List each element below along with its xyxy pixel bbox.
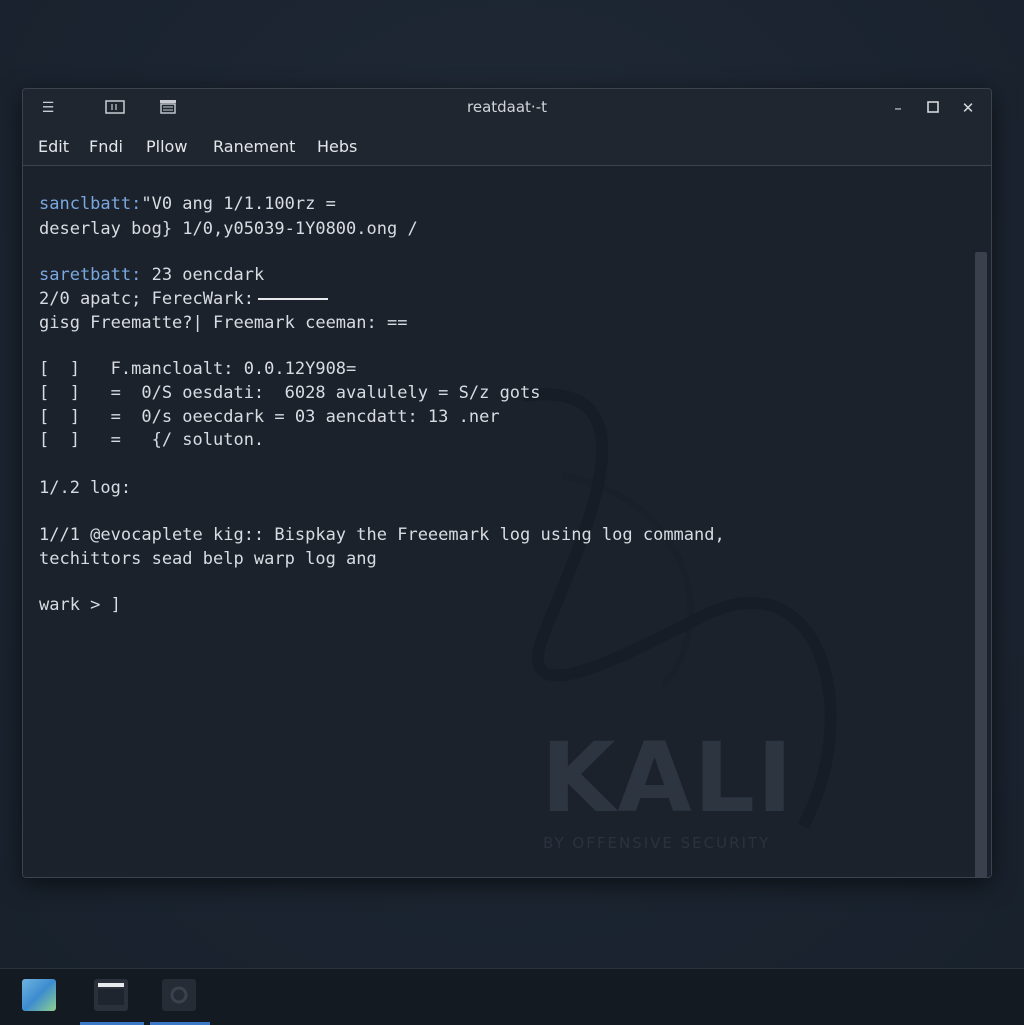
terminal-prompt-line[interactable]: wark > ]: [39, 595, 121, 615]
terminal-line-text: wark > ]: [39, 595, 121, 615]
terminal-line: [ ] = 0/s oeecdark = 03 aencdatt: 13 .ne…: [39, 407, 500, 427]
terminal-line: deserlay bog} 1/0,y05039-1Y0800.ong /: [39, 219, 418, 239]
settings-app-icon[interactable]: [162, 979, 196, 1011]
close-icon[interactable]: ✕: [957, 97, 979, 119]
terminal-line: [ ] F.mancloalt: 0.0.12Y908=: [39, 359, 356, 379]
terminal-line: [ ] = 0/S oesdati: 6028 avalulely = S/z …: [39, 383, 541, 403]
vertical-scrollbar[interactable]: [975, 252, 987, 877]
menu-environment[interactable]: Ranement: [213, 137, 295, 156]
taskbar: [0, 968, 1024, 1025]
terminal-window: ☰ reatdaat·-t – ✕ Edit Fndi Pllow Raneme…: [22, 88, 992, 878]
terminal-line: techittors sead belp warp log ang: [39, 549, 377, 569]
minimize-icon[interactable]: –: [887, 97, 909, 119]
terminal-line-text: [ ] = 0/S oesdati: 6028 avalulely = S/z …: [39, 383, 541, 403]
terminal-line-text: 23 oencdark: [141, 265, 265, 285]
terminal-line: saretbatt: 23 oencdark: [39, 265, 264, 285]
terminal-line-text: gisg Freematte?| Freemark ceeman: ==: [39, 313, 408, 333]
settings-app-icon-svg: [170, 986, 188, 1004]
terminal-line-text: deserlay bog} 1/0,y05039-1Y0800.ong /: [39, 219, 418, 239]
menu-help[interactable]: Hebs: [317, 137, 357, 156]
maximize-icon-svg: [927, 101, 939, 113]
terminal-line: [ ] = {/ soluton.: [39, 430, 264, 450]
terminal-line-text: 2/0 apatc; FerecWark:: [39, 289, 254, 309]
terminal-line: gisg Freematte?| Freemark ceeman: ==: [39, 313, 407, 333]
maximize-icon[interactable]: [922, 97, 944, 119]
kali-logo-text: KALI: [541, 722, 795, 834]
menu-bar: Edit Fndi Pllow Ranement Hebs: [23, 127, 991, 166]
title-bar: ☰ reatdaat·-t – ✕: [23, 89, 991, 127]
file-manager-icon[interactable]: [22, 979, 56, 1011]
terminal-line-text: "V0 ang 1/1.100rz =: [141, 194, 336, 214]
terminal-app-icon[interactable]: [94, 979, 128, 1011]
terminal-line-text: [ ] = 0/s oeecdark = 03 aencdatt: 13 .ne…: [39, 407, 500, 427]
terminal-line: 1/.2 log:: [39, 478, 131, 498]
menu-find[interactable]: Fndi: [89, 137, 123, 156]
terminal-line-text: 1/.2 log:: [39, 478, 132, 498]
terminal-app-icon-svg: [98, 983, 124, 1005]
terminal-line: 1//1 @evocaplete kig:: Bispkay the Freee…: [39, 525, 725, 545]
underline-decoration: [257, 298, 328, 300]
terminal-line-text: techittors sead belp warp log ang: [39, 549, 377, 569]
terminal-line: sanclbatt:"V0 ang 1/1.100rz =: [39, 194, 336, 214]
menu-view[interactable]: Pllow: [146, 137, 187, 156]
terminal-prompt: saretbatt:: [39, 265, 142, 285]
terminal-area[interactable]: KALI BY OFFENSIVE SECURITY sanclbatt:"V0…: [23, 166, 991, 877]
terminal-line: 2/0 apatc; FerecWark:: [39, 289, 328, 309]
menu-edit[interactable]: Edit: [38, 137, 69, 156]
terminal-prompt: sanclbatt:: [39, 194, 142, 214]
terminal-line-text: 1//1 @evocaplete kig:: Bispkay the Freee…: [39, 525, 725, 545]
kali-logo-subtitle: BY OFFENSIVE SECURITY: [543, 834, 771, 852]
terminal-line-text: [ ] = {/ soluton.: [39, 430, 265, 450]
window-title: reatdaat·-t: [467, 98, 547, 116]
terminal-line-text: [ ] F.mancloalt: 0.0.12Y908=: [39, 359, 357, 379]
